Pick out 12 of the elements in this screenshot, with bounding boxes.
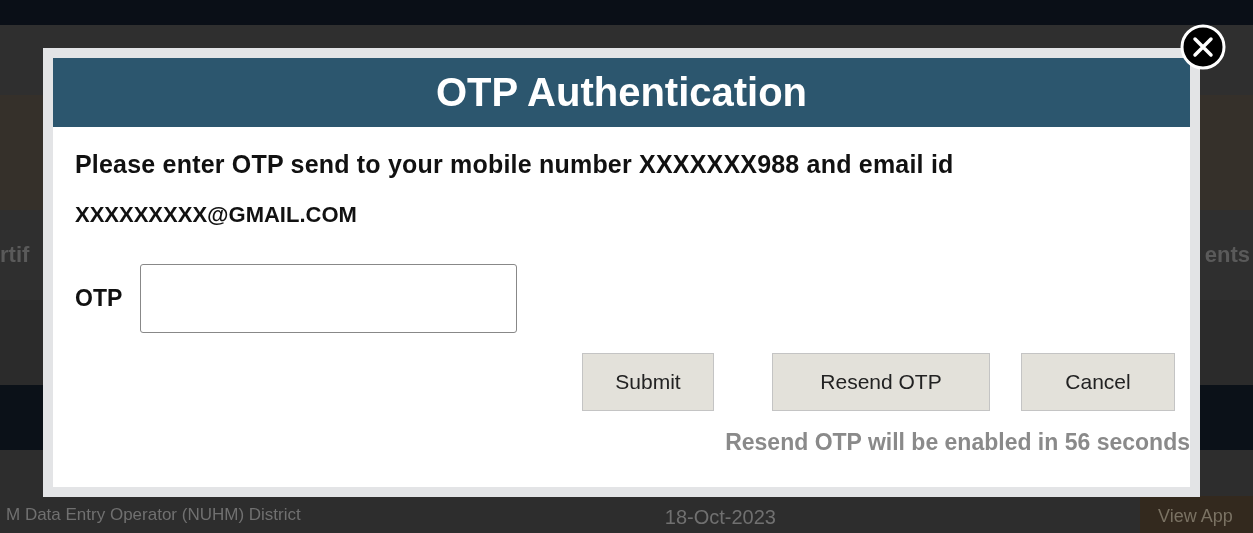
dialog-button[interactable]: Submit (582, 353, 714, 411)
otp-input[interactable] (140, 264, 518, 333)
job-title: M Data Entry Operator (NUHM) District (6, 505, 301, 525)
date-text: 18-Oct-2023 (664, 506, 776, 529)
otp-label: OTP (75, 285, 123, 312)
close-icon[interactable] (1180, 24, 1226, 70)
countdown-note: Resend OTP will be enabled in 56 seconds (725, 428, 1190, 457)
dialog-button[interactable]: Cancel (1021, 353, 1175, 411)
email-text: XXXXXXXXX@GMAIL.COM (75, 201, 358, 229)
dialog-title: OTP Authentication (435, 70, 808, 115)
message-text: Please enter OTP send to your mobile number XXXXXXX988 and email id (75, 149, 955, 180)
dialog-button[interactable]: Resend OTP (772, 353, 990, 411)
